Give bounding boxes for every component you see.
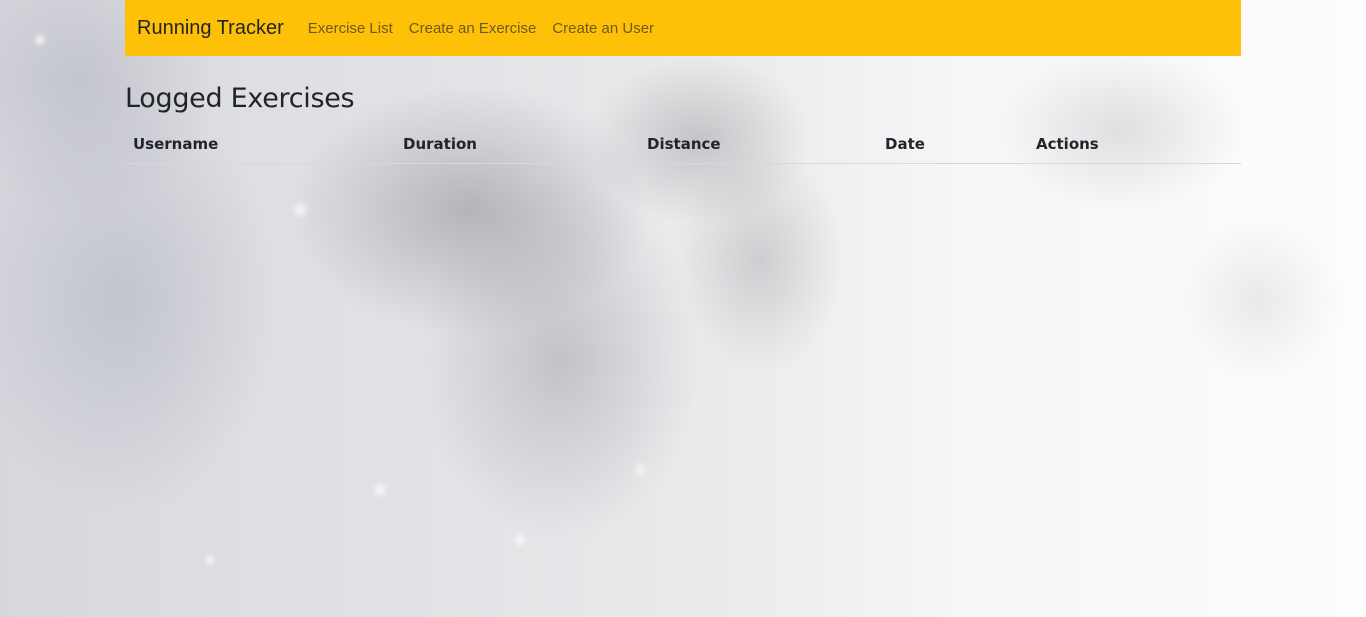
nav-create-exercise[interactable]: Create an Exercise: [409, 20, 537, 37]
brand-link[interactable]: Running Tracker: [137, 17, 284, 40]
page-container: Running Tracker Exercise List Create an …: [125, 0, 1241, 164]
nav-create-user[interactable]: Create an User: [552, 20, 654, 37]
exercises-table: Username Duration Distance Date Actions: [125, 131, 1241, 164]
page-title: Logged Exercises: [125, 83, 355, 114]
column-actions: Actions: [1028, 131, 1241, 164]
column-username: Username: [125, 131, 395, 164]
navbar: Running Tracker Exercise List Create an …: [125, 0, 1241, 56]
column-duration: Duration: [395, 131, 639, 164]
header-row: Username Duration Distance Date Actions: [125, 131, 1241, 164]
column-distance: Distance: [639, 131, 877, 164]
nav-exercise-list[interactable]: Exercise List: [308, 20, 393, 37]
column-date: Date: [877, 131, 1028, 164]
table-header: Username Duration Distance Date Actions: [125, 131, 1241, 164]
